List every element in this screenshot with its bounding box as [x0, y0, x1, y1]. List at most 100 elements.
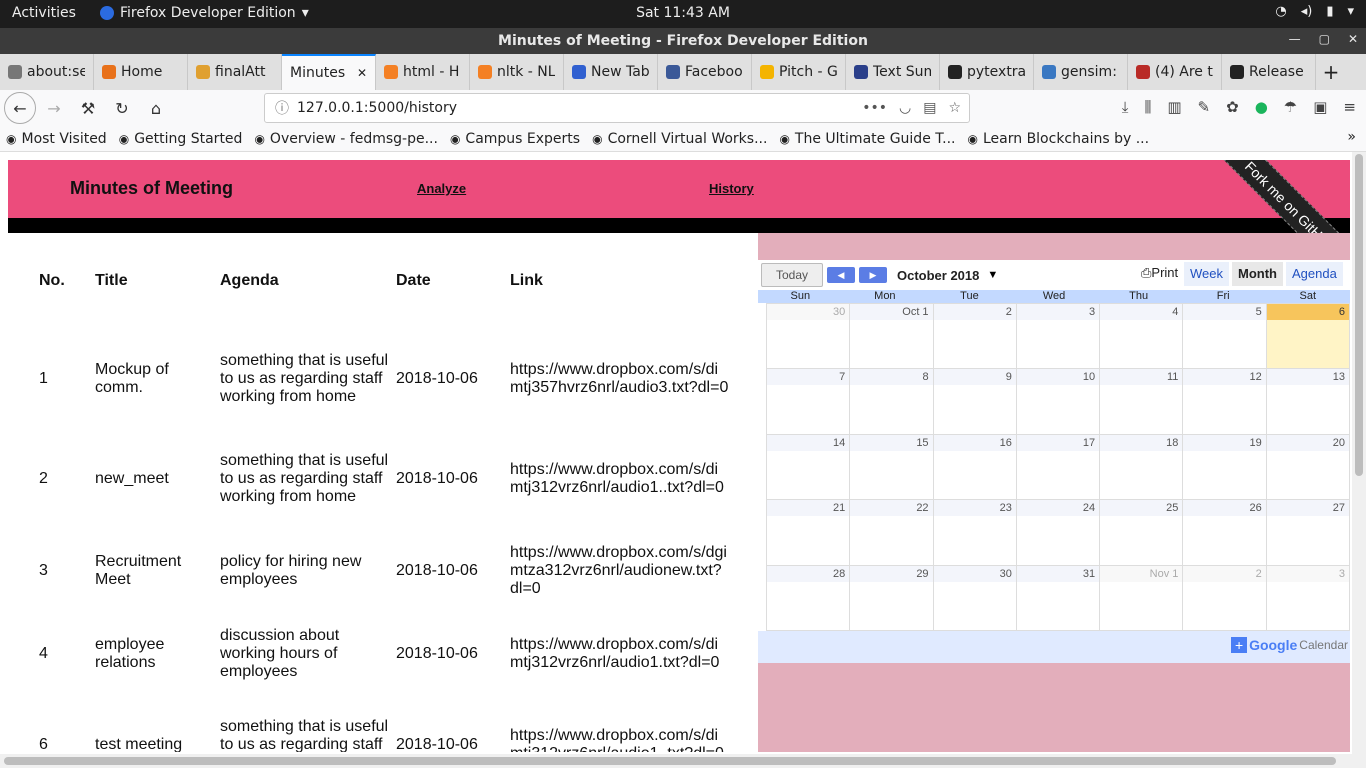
calendar-day[interactable]: 19 [1183, 434, 1267, 501]
bookmark-item[interactable]: ◉ Overview - fedmsg-pe... [248, 131, 444, 147]
back-button[interactable]: ← [4, 92, 36, 124]
calendar-day[interactable]: 5 [1183, 304, 1267, 370]
today-button[interactable]: Today [761, 263, 823, 287]
print-button[interactable]: ⎙Print [1141, 265, 1178, 281]
app-menu[interactable]: Firefox Developer Edition ▾ [100, 5, 309, 21]
browser-tab[interactable]: Home [94, 54, 188, 90]
scrollbar-thumb[interactable] [1355, 154, 1363, 476]
calendar-day[interactable]: 14 [767, 434, 851, 501]
calendar-day[interactable]: 29 [850, 565, 934, 631]
browser-tab[interactable]: pytextra [940, 54, 1034, 90]
browser-tab[interactable]: nltk - NL [470, 54, 564, 90]
calendar-day[interactable]: 7 [767, 369, 851, 435]
calendar-day[interactable]: 2 [933, 304, 1017, 370]
browser-tab[interactable]: Text Sum [846, 54, 940, 90]
bookmark-star-icon[interactable]: ☆ [948, 100, 961, 116]
bookmark-item[interactable]: ◉ Most Visited [0, 131, 113, 147]
bookmark-item[interactable]: ◉ Campus Experts [444, 131, 586, 147]
system-tray[interactable]: ◔ ◂) ▮ ▾ [1275, 4, 1354, 19]
maximize-icon[interactable]: ▢ [1319, 32, 1330, 46]
calendar-day[interactable]: 26 [1183, 500, 1267, 566]
bookmark-item[interactable]: ◉ The Ultimate Guide T... [773, 131, 961, 147]
browser-tab[interactable]: (4) Are t [1128, 54, 1222, 90]
browser-tab[interactable]: finalAtt [188, 54, 282, 90]
home-button[interactable]: ⌂ [140, 92, 172, 124]
month-label[interactable]: October 2018 [897, 268, 979, 283]
horizontal-scrollbar[interactable] [0, 754, 1366, 768]
vertical-scrollbar[interactable] [1352, 152, 1366, 754]
calendar-day[interactable]: 4 [1100, 304, 1184, 370]
calendar-day[interactable]: 23 [933, 500, 1017, 566]
calendar-day[interactable]: 30 [933, 565, 1017, 631]
scrollbar-thumb[interactable] [4, 757, 1336, 765]
browser-tab[interactable]: Minutes ✕ [282, 54, 376, 90]
chevron-right-icon[interactable]: » [1347, 129, 1356, 145]
minimize-icon[interactable]: — [1289, 32, 1301, 46]
calendar-day[interactable]: 17 [1016, 434, 1101, 501]
eyedropper-icon[interactable]: ✎ [1198, 98, 1211, 116]
tools-button[interactable]: ⚒ [72, 92, 104, 124]
browser-tab[interactable]: Pitch - G [752, 54, 846, 90]
calendar-day[interactable]: 9 [933, 369, 1017, 435]
extension-icon[interactable]: ☂ [1284, 98, 1297, 116]
next-month-button[interactable]: ▶ [859, 267, 887, 283]
calendar-day[interactable]: 12 [1183, 369, 1267, 435]
calendar-day[interactable]: 16 [933, 434, 1017, 501]
nav-history-link[interactable]: History [709, 181, 754, 196]
prev-month-button[interactable]: ◀ [827, 267, 855, 283]
calendar-day[interactable]: 20 [1266, 434, 1350, 501]
calendar-day[interactable]: Nov 1 [1100, 565, 1184, 631]
library-icon[interactable]: ⫼ [1144, 98, 1151, 116]
forward-button[interactable]: → [38, 92, 70, 124]
url-input[interactable] [297, 100, 857, 116]
bookmark-item[interactable]: ◉ Getting Started [113, 131, 249, 147]
view-agenda-tab[interactable]: Agenda [1286, 262, 1343, 286]
browser-tab[interactable]: Release [1222, 54, 1316, 90]
calendar-day[interactable]: Oct 1 [850, 304, 934, 370]
calendar-day[interactable]: 27 [1266, 500, 1350, 566]
nav-analyze-link[interactable]: Analyze [417, 181, 466, 196]
browser-tab[interactable]: Faceboo [658, 54, 752, 90]
extension-icon[interactable]: ✿ [1226, 98, 1239, 116]
bookmark-item[interactable]: ◉ Cornell Virtual Works... [586, 131, 773, 147]
download-icon[interactable]: ⤓ [1122, 98, 1129, 116]
browser-tab[interactable]: gensim: [1034, 54, 1128, 90]
menu-icon[interactable]: ≡ [1343, 98, 1356, 116]
grammarly-icon[interactable]: ● [1255, 98, 1268, 116]
chevron-down-icon[interactable]: ▼ [987, 269, 998, 281]
pocket-icon[interactable]: ◡ [899, 100, 911, 116]
page-actions-icon[interactable]: ••• [862, 100, 887, 116]
calendar-day[interactable]: 22 [850, 500, 934, 566]
calendar-day[interactable]: 21 [767, 500, 851, 566]
calendar-day-today[interactable]: 6 [1266, 304, 1350, 370]
google-calendar-link[interactable]: + Google Calendar [1231, 637, 1348, 653]
view-week-tab[interactable]: Week [1184, 262, 1229, 286]
calendar-day[interactable]: 15 [850, 434, 934, 501]
calendar-day[interactable]: 30 [767, 304, 851, 370]
calendar-day[interactable]: 25 [1100, 500, 1184, 566]
info-icon[interactable]: ⓘ [275, 98, 289, 118]
calendar-day[interactable]: 28 [767, 565, 851, 631]
calendar-day[interactable]: 24 [1016, 500, 1101, 566]
calendar-day[interactable]: 13 [1266, 369, 1350, 435]
calendar-day[interactable]: 10 [1016, 369, 1101, 435]
activities-button[interactable]: Activities [12, 5, 76, 21]
close-icon[interactable]: ✕ [1348, 32, 1358, 46]
calendar-day[interactable]: 11 [1100, 369, 1184, 435]
new-tab-button[interactable]: + [1316, 54, 1346, 90]
view-month-tab[interactable]: Month [1232, 262, 1283, 286]
calendar-day[interactable]: 8 [850, 369, 934, 435]
reader-view-icon[interactable]: ▤ [923, 100, 936, 116]
calendar-day[interactable]: 3 [1016, 304, 1101, 370]
calendar-day[interactable]: 3 [1266, 565, 1350, 631]
extension-icon[interactable]: ▣ [1313, 98, 1327, 116]
browser-tab[interactable]: html - H [376, 54, 470, 90]
sidebar-icon[interactable]: ▥ [1167, 98, 1181, 116]
reload-button[interactable]: ↻ [106, 92, 138, 124]
browser-tab[interactable]: New Tab [564, 54, 658, 90]
calendar-day[interactable]: 31 [1016, 565, 1101, 631]
close-tab-icon[interactable]: ✕ [357, 66, 367, 80]
site-brand[interactable]: Minutes of Meeting [70, 178, 233, 199]
calendar-day[interactable]: 2 [1183, 565, 1267, 631]
url-bar[interactable]: ⓘ ••• ◡ ▤ ☆ [264, 93, 970, 123]
